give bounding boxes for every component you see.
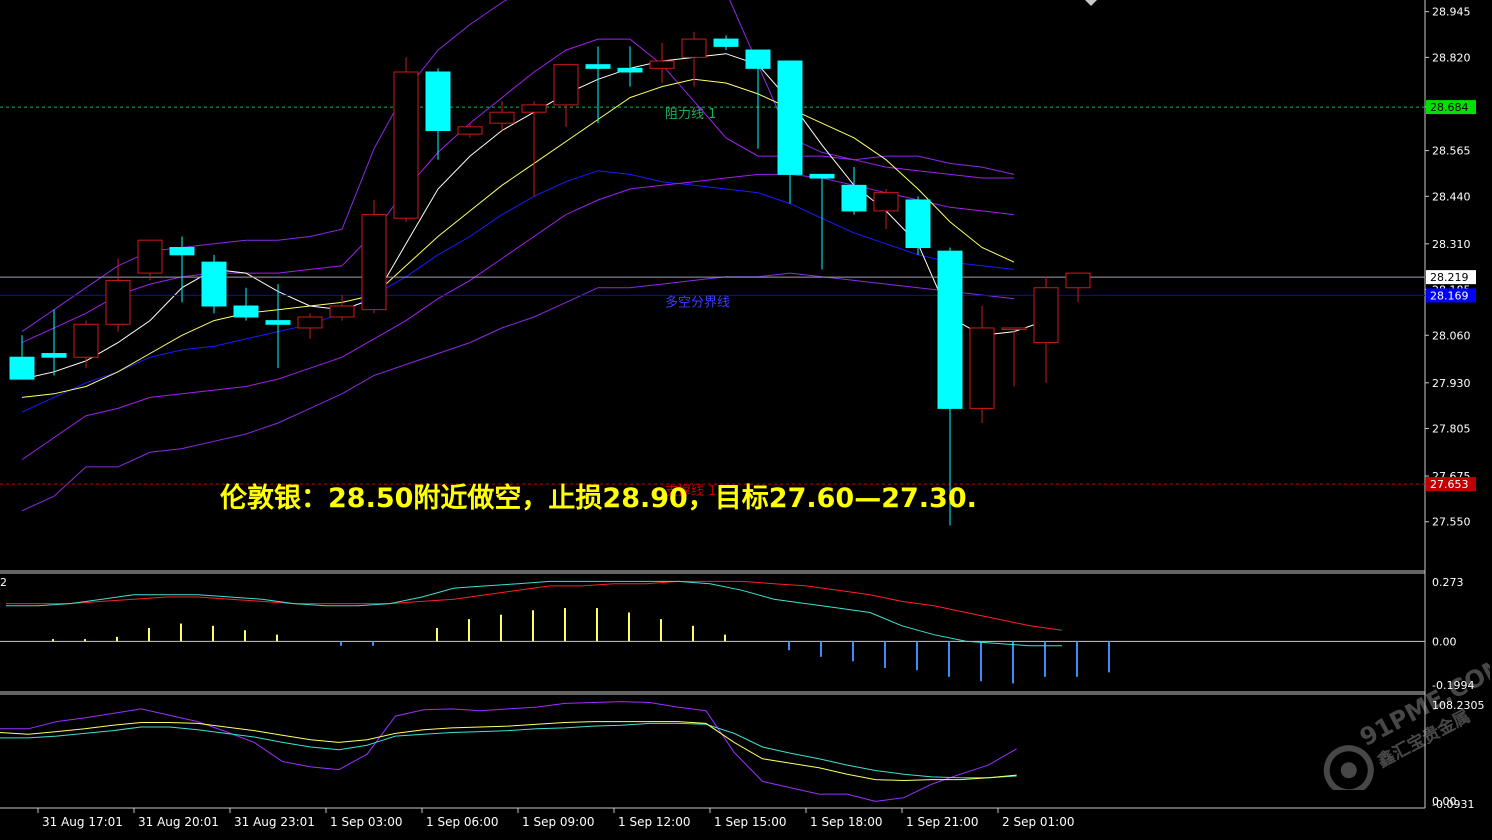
price-tick-label-3: 28.565	[1432, 145, 1471, 158]
candle-body-27	[873, 192, 899, 212]
candle-body-0	[9, 356, 35, 380]
chart-canvas: 阻力线 1多空分界线支撑线 1 28.94528.82028.68528.565…	[0, 0, 1492, 840]
candle-body-32	[1033, 287, 1059, 344]
kdj-tick-2: -0.0931	[1432, 798, 1474, 811]
candle-body-13	[425, 71, 451, 131]
candle-body-17	[553, 64, 579, 106]
time-label-6: 1 Sep 12:00	[618, 815, 690, 829]
candle-body-4	[137, 239, 163, 274]
candle-body-24	[777, 60, 803, 175]
time-label-4: 1 Sep 06:00	[426, 815, 498, 829]
candle-body-12	[393, 71, 419, 219]
candle-body-15	[489, 111, 515, 124]
time-label-10: 2 Sep 01:00	[1002, 815, 1074, 829]
hline-label-1: 多空分界线	[665, 294, 730, 310]
candle-body-8	[265, 320, 291, 325]
candle-body-18	[585, 64, 611, 69]
price-tick-label-9: 27.805	[1432, 423, 1471, 436]
candle-body-14	[457, 126, 483, 135]
candle-body-9	[297, 316, 323, 329]
price-tick-label-8: 27.930	[1432, 377, 1471, 390]
hline-label-0: 阻力线 1	[665, 107, 716, 122]
candle-body-23	[745, 49, 771, 69]
time-label-3: 1 Sep 03:00	[330, 815, 402, 829]
watermark: 91PME.COM 鑫汇宝贵金属	[1323, 651, 1490, 790]
candle-body-33	[1065, 272, 1091, 289]
candle-body-28	[905, 199, 931, 249]
macd-tick-1: 0.00	[1432, 635, 1457, 648]
hline-price-tag-0: 28.684	[1430, 101, 1469, 114]
candle-body-30	[969, 327, 995, 409]
candle-body-10	[329, 305, 355, 318]
candle-body-2	[73, 323, 99, 358]
candle-body-7	[233, 305, 259, 318]
candle-body-16	[521, 104, 547, 113]
time-label-1: 31 Aug 20:01	[138, 815, 219, 829]
time-label-9: 1 Sep 21:00	[906, 815, 978, 829]
candle-body-31	[1001, 327, 1027, 330]
hline-price-tag-1: 28.169	[1430, 289, 1469, 302]
price-tick-label-0: 28.945	[1432, 6, 1471, 19]
candle-body-19	[617, 67, 643, 73]
candle-body-6	[201, 261, 227, 307]
candle-body-1	[41, 353, 67, 358]
candle-body-29	[937, 250, 963, 409]
price-tick-label-7: 28.060	[1432, 329, 1471, 342]
trade-headline: 伦敦银：28.50附近做空，止损28.90，目标27.60—27.30.	[220, 483, 977, 514]
candle-body-26	[841, 184, 867, 212]
candle-body-21	[681, 38, 707, 58]
current-price-tag: 28.219	[1430, 271, 1469, 284]
time-label-2: 31 Aug 23:01	[234, 815, 315, 829]
time-label-5: 1 Sep 09:00	[522, 815, 594, 829]
macd-tick-0: 0.273	[1432, 576, 1464, 589]
candle-body-22	[713, 38, 739, 47]
candle-body-20	[649, 60, 675, 69]
candle-body-5	[169, 247, 195, 256]
macd-label: 2	[0, 576, 7, 589]
hline-price-tag-2: 27.653	[1430, 478, 1469, 491]
time-label-7: 1 Sep 15:00	[714, 815, 786, 829]
price-tick-label-5: 28.310	[1432, 238, 1471, 251]
candle-body-11	[361, 214, 387, 311]
candle-body-3	[105, 279, 131, 325]
price-tick-label-4: 28.440	[1432, 190, 1471, 203]
price-tick-label-11: 27.550	[1432, 516, 1471, 529]
time-label-8: 1 Sep 18:00	[810, 815, 882, 829]
candle-body-25	[809, 173, 835, 179]
price-tick-label-1: 28.820	[1432, 51, 1471, 64]
time-label-0: 31 Aug 17:01	[42, 815, 123, 829]
